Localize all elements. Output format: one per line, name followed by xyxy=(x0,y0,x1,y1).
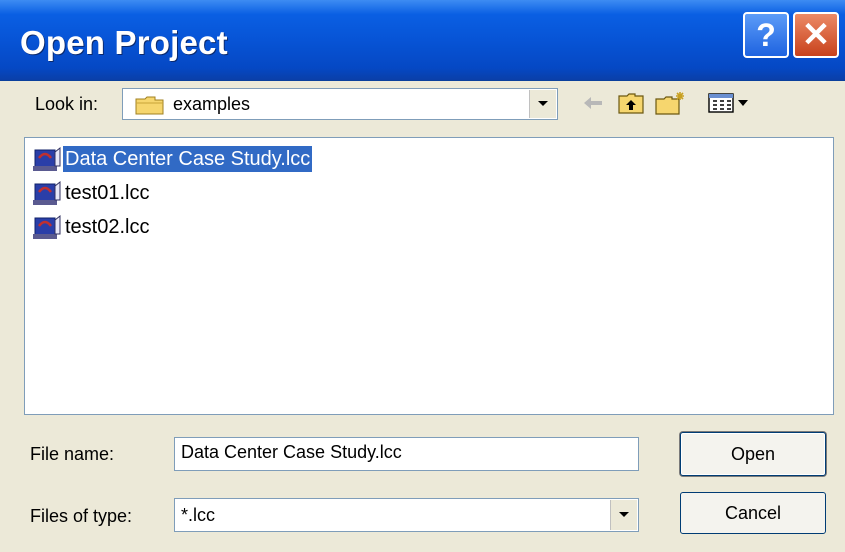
files-of-type-label: Files of type: xyxy=(30,506,133,526)
new-folder-icon xyxy=(655,92,684,115)
list-item[interactable]: test01.lcc xyxy=(33,178,151,208)
back-button[interactable] xyxy=(580,88,606,118)
look-in-label: Look in: xyxy=(35,94,99,114)
help-button[interactable]: ? xyxy=(743,12,789,58)
file-name-text: test01.lcc xyxy=(65,182,150,204)
lcc-file-icon xyxy=(33,180,61,205)
chevron-down-icon xyxy=(619,512,629,517)
look-in-dropdown-arrow[interactable] xyxy=(529,90,556,118)
files-of-type-value: *.lcc xyxy=(181,505,216,525)
chevron-down-icon xyxy=(538,101,548,106)
files-of-type-dropdown[interactable]: *.lcc xyxy=(174,498,639,532)
open-button[interactable]: Open xyxy=(680,432,826,476)
list-item[interactable]: test02.lcc xyxy=(33,212,151,242)
close-button[interactable]: ✕ xyxy=(793,12,839,58)
back-arrow-icon xyxy=(584,97,602,109)
file-list[interactable]: Data Center Case Study.lcc test01.lcc te… xyxy=(24,137,834,415)
file-name-field[interactable]: Data Center Case Study.lcc xyxy=(174,437,639,471)
file-name-text: test02.lcc xyxy=(65,216,150,238)
cancel-button[interactable]: Cancel xyxy=(680,492,826,534)
view-menu-button[interactable] xyxy=(706,88,762,118)
view-menu-icon xyxy=(708,93,748,113)
list-item[interactable]: Data Center Case Study.lcc xyxy=(33,144,313,174)
open-project-dialog: Open Project ? ✕ Look in: examples Data … xyxy=(0,0,845,552)
title-bar[interactable]: Open Project ? ✕ xyxy=(0,0,845,81)
lcc-file-icon xyxy=(33,214,61,239)
up-folder-button[interactable] xyxy=(616,88,646,118)
dialog-title: Open Project xyxy=(20,24,228,61)
files-of-type-dropdown-arrow[interactable] xyxy=(610,500,637,530)
new-folder-button[interactable] xyxy=(654,88,688,118)
file-name-label: File name: xyxy=(30,444,115,464)
lcc-file-icon xyxy=(33,146,61,171)
file-name-text: Data Center Case Study.lcc xyxy=(63,146,313,172)
up-folder-icon xyxy=(618,93,644,114)
look-in-value: examples xyxy=(173,94,251,114)
folder-icon xyxy=(135,96,164,115)
look-in-dropdown[interactable]: examples xyxy=(122,88,558,120)
